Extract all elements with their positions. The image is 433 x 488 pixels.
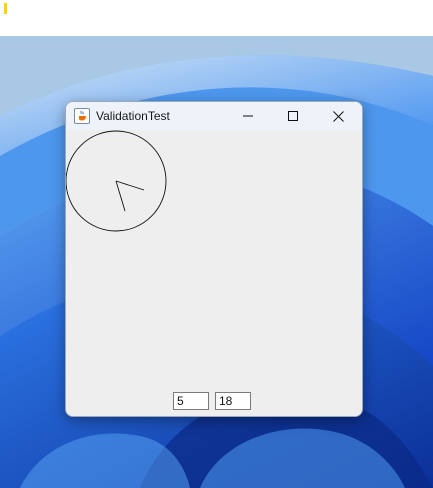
clock-hand-1 [115,180,126,212]
maximize-icon [288,111,298,121]
analog-clock [66,130,167,232]
app-window: ValidationTest [65,101,363,417]
java-cup-icon[interactable] [74,108,90,124]
yellow-indicator [4,3,7,14]
clock-hand-2 [115,180,145,191]
close-icon [332,110,344,122]
content-panel [66,130,362,416]
hours-field[interactable] [173,392,209,410]
title-bar[interactable]: ValidationTest [66,102,362,130]
maximize-button[interactable] [271,102,315,130]
close-button[interactable] [316,102,360,130]
top-strip [0,0,433,36]
minimize-icon [243,115,253,117]
window-title: ValidationTest [96,109,170,123]
minimize-button[interactable] [226,102,270,130]
minutes-field[interactable] [215,392,251,410]
